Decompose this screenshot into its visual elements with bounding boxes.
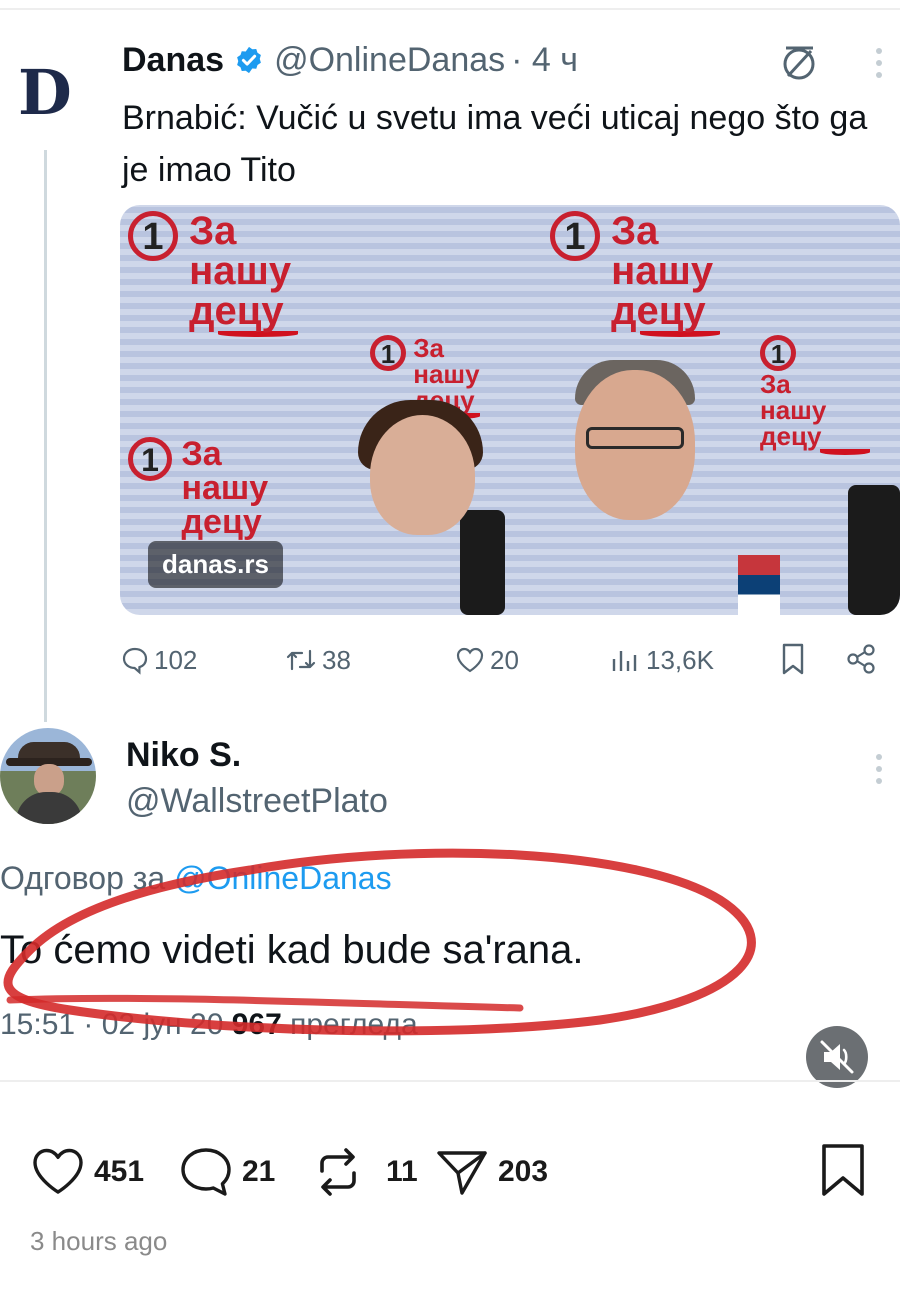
- views-count: 13,6K: [646, 644, 714, 675]
- post-action-bar: 451 21 11 203: [0, 1140, 900, 1204]
- reply-views-count: 967: [231, 1008, 282, 1041]
- reply-icon: [122, 647, 148, 675]
- chair: [848, 485, 900, 615]
- reply-meta: 15:51 · 02 јун 20 967 прегледа: [0, 1008, 418, 1042]
- verified-badge-icon: [237, 46, 261, 74]
- post-time-ago: 3 hours ago: [30, 1226, 168, 1256]
- like-button[interactable]: 20: [454, 640, 519, 680]
- danas-logo[interactable]: D: [18, 62, 76, 124]
- like-button[interactable]: 451: [30, 1140, 144, 1204]
- poster-logo: 1 За нашу децу: [128, 211, 339, 337]
- quoted-tweet-header: Danas @OnlineDanas · 4 ч: [122, 36, 578, 84]
- chair: [460, 510, 505, 615]
- author-handle[interactable]: @OnlineDanas: [274, 41, 505, 80]
- top-divider: [0, 8, 900, 10]
- repost-button[interactable]: 11: [312, 1140, 418, 1204]
- retweet-icon: [286, 649, 316, 671]
- quoted-tweet-text: Brnabić: Vučić u svetu ima veći uticaj n…: [122, 99, 868, 189]
- bookmark-icon[interactable]: [778, 642, 808, 676]
- reply-time[interactable]: 15:51 · 02 јун 20: [0, 1008, 223, 1041]
- thread-line: [44, 150, 47, 722]
- poster-logo: 1 За нашу децу: [760, 335, 900, 455]
- comment-count: 21: [242, 1155, 276, 1188]
- photo-source-label: danas.rs: [148, 541, 283, 588]
- mute-icon: [820, 1040, 854, 1074]
- share-count: 203: [498, 1155, 549, 1188]
- bookmark-icon[interactable]: [818, 1142, 868, 1200]
- retweet-button[interactable]: 38: [284, 640, 351, 680]
- poster-logo: 1 За нашу децу: [550, 211, 761, 337]
- share-icon[interactable]: [844, 642, 878, 676]
- serbian-flag: [738, 555, 780, 615]
- repost-count: 11: [386, 1155, 418, 1188]
- send-icon: [437, 1151, 487, 1195]
- reply-to-mention[interactable]: @OnlineDanas: [174, 860, 391, 896]
- no-sign-icon[interactable]: [778, 42, 820, 84]
- reply-views-label: прегледа: [290, 1008, 418, 1041]
- mute-button[interactable]: [806, 1026, 868, 1088]
- quoted-tweet-actions: 102 38 20 13,6K: [120, 640, 890, 680]
- share-button[interactable]: 203: [434, 1140, 548, 1204]
- author-name[interactable]: Danas: [122, 41, 224, 80]
- reply-tweet-text: To ćemo videti kad bude sa'rana.: [0, 928, 584, 972]
- tweet-photo[interactable]: 1 За нашу децу 1 За нашу децу 1 За нашу …: [120, 205, 900, 615]
- reply-to-line: Одговор за @OnlineDanas: [0, 860, 392, 897]
- more-icon[interactable]: [876, 48, 884, 78]
- views-button[interactable]: 13,6K: [608, 640, 714, 680]
- like-count: 20: [490, 644, 519, 675]
- comment-icon: [181, 1148, 231, 1196]
- reply-to-prefix: Одговор за: [0, 860, 166, 896]
- like-count: 451: [94, 1155, 145, 1188]
- reply-count: 102: [154, 644, 198, 675]
- heart-icon: [33, 1148, 83, 1194]
- avatar[interactable]: [0, 728, 96, 824]
- retweet-count: 38: [322, 644, 351, 675]
- divider: [0, 1080, 900, 1082]
- more-icon[interactable]: [876, 754, 884, 784]
- like-icon: [456, 647, 484, 673]
- tweet-time[interactable]: · 4 ч: [511, 41, 578, 80]
- reply-author-handle[interactable]: @WallstreetPlato: [126, 782, 388, 821]
- reply-author-name[interactable]: Niko S.: [126, 736, 241, 775]
- reply-button[interactable]: 102: [120, 640, 197, 680]
- views-icon: [612, 651, 637, 671]
- poster-logo: 1 За нашу децу: [128, 437, 281, 539]
- comment-button[interactable]: 21: [178, 1140, 275, 1204]
- repost-icon: [320, 1148, 356, 1196]
